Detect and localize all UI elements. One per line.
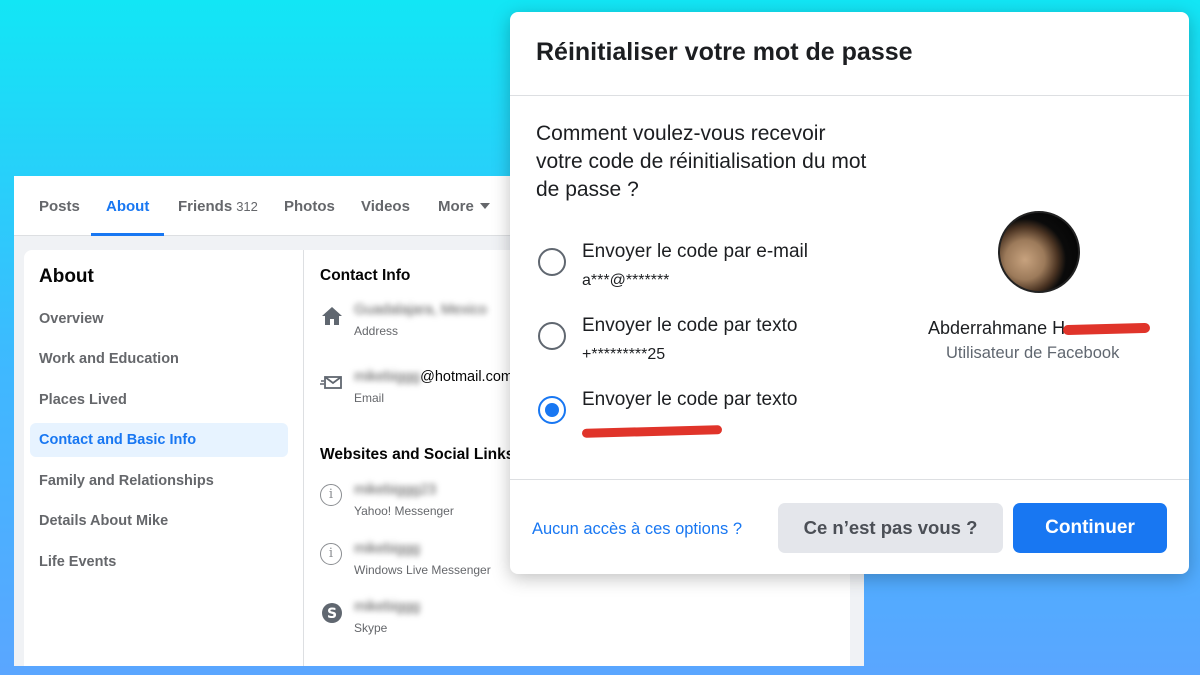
envelope-icon bbox=[320, 376, 342, 389]
info-circle-icon: i bbox=[320, 484, 342, 506]
about-item-details-about[interactable]: Details About Mike bbox=[30, 504, 288, 538]
option-email[interactable]: Envoyer le code par e-mail a***@******* bbox=[538, 239, 898, 299]
dialog-footer: Aucun accès à ces options ? Ce n’est pas… bbox=[510, 479, 1189, 574]
windows-live-label: Windows Live Messenger bbox=[354, 563, 491, 577]
option-sms-2[interactable]: Envoyer le code par texto bbox=[538, 387, 898, 447]
svg-text:S: S bbox=[327, 606, 337, 622]
tab-friends-label: Friends bbox=[178, 198, 233, 215]
option-sms-1-detail: +*********25 bbox=[582, 346, 666, 363]
tab-posts-label: Posts bbox=[39, 198, 80, 215]
option-email-detail: a***@******* bbox=[582, 272, 670, 289]
user-subtitle: Utilisateur de Facebook bbox=[946, 344, 1120, 362]
about-item-life-events[interactable]: Life Events bbox=[30, 545, 288, 579]
address-value-redacted: Guadalajara, Mexico bbox=[354, 302, 487, 318]
tab-about[interactable]: About bbox=[91, 176, 165, 236]
home-icon bbox=[322, 307, 342, 325]
tab-more[interactable]: More bbox=[438, 176, 490, 236]
windows-live-value-redacted: mikebiggg bbox=[354, 541, 421, 557]
dialog-question: Comment voulez-vous recevoir votre code … bbox=[536, 122, 867, 201]
yahoo-label: Yahoo! Messenger bbox=[354, 504, 454, 518]
about-nav: About Overview Work and Education Places… bbox=[24, 250, 304, 666]
about-item-places-lived[interactable]: Places Lived bbox=[30, 383, 288, 417]
no-access-link[interactable]: Aucun accès à ces options ? bbox=[532, 520, 742, 539]
radio-email[interactable] bbox=[538, 248, 566, 276]
dialog-header: Réinitialiser votre mot de passe bbox=[510, 12, 1189, 96]
option-sms-1-label: Envoyer le code par texto bbox=[582, 315, 798, 336]
websites-title: Websites and Social Links bbox=[320, 446, 515, 463]
tab-friends[interactable]: Friends 312 bbox=[178, 176, 258, 236]
contact-info-title: Contact Info bbox=[320, 267, 411, 284]
about-title: About bbox=[39, 266, 94, 287]
option-sms-1[interactable]: Envoyer le code par texto +*********25 bbox=[538, 313, 898, 373]
about-item-contact-basic-info[interactable]: Contact and Basic Info bbox=[30, 423, 288, 457]
email-value: mikebiggg@hotmail.com bbox=[354, 369, 513, 385]
caret-down-icon bbox=[479, 203, 490, 209]
redaction-mark bbox=[581, 425, 723, 438]
email-user-redacted: mikebiggg bbox=[354, 369, 421, 385]
not-you-button[interactable]: Ce n’est pas vous ? bbox=[778, 503, 1003, 553]
skype-value-redacted: mikebiggg bbox=[354, 599, 421, 615]
dialog-title: Réinitialiser votre mot de passe bbox=[536, 38, 913, 66]
name-redaction-mark bbox=[1062, 322, 1151, 336]
friends-count: 312 bbox=[236, 199, 258, 214]
radio-sms-2-selected[interactable] bbox=[538, 396, 566, 424]
about-item-work-education[interactable]: Work and Education bbox=[30, 342, 288, 376]
email-label: Email bbox=[354, 391, 385, 405]
tab-about-label: About bbox=[106, 198, 150, 215]
continue-button[interactable]: Continuer bbox=[1013, 503, 1167, 553]
tab-photos[interactable]: Photos bbox=[284, 176, 335, 236]
user-name: Abderrahmane H bbox=[928, 318, 1065, 339]
skype-row: S mikebiggg Skype bbox=[320, 599, 800, 643]
skype-icon: S bbox=[322, 603, 342, 623]
about-item-overview[interactable]: Overview bbox=[30, 302, 288, 336]
radio-sms-1[interactable] bbox=[538, 322, 566, 350]
info-circle-icon: i bbox=[320, 543, 342, 565]
skype-label: Skype bbox=[354, 621, 388, 635]
address-label: Address bbox=[354, 324, 399, 338]
tab-photos-label: Photos bbox=[284, 198, 335, 215]
reset-password-dialog: Réinitialiser votre mot de passe Comment… bbox=[510, 12, 1189, 574]
tab-more-label: More bbox=[438, 198, 474, 215]
tab-videos-label: Videos bbox=[361, 198, 410, 215]
tab-posts[interactable]: Posts bbox=[39, 176, 80, 236]
user-name-text: Abderrahmane H bbox=[928, 318, 1066, 338]
option-sms-2-label: Envoyer le code par texto bbox=[582, 389, 798, 410]
avatar bbox=[998, 211, 1080, 293]
yahoo-value-redacted: mikebiggg23 bbox=[354, 482, 437, 498]
about-item-family-relationships[interactable]: Family and Relationships bbox=[30, 464, 288, 498]
option-email-label: Envoyer le code par e-mail bbox=[582, 241, 808, 262]
tab-videos[interactable]: Videos bbox=[361, 176, 410, 236]
email-domain: @hotmail.com bbox=[420, 369, 513, 385]
